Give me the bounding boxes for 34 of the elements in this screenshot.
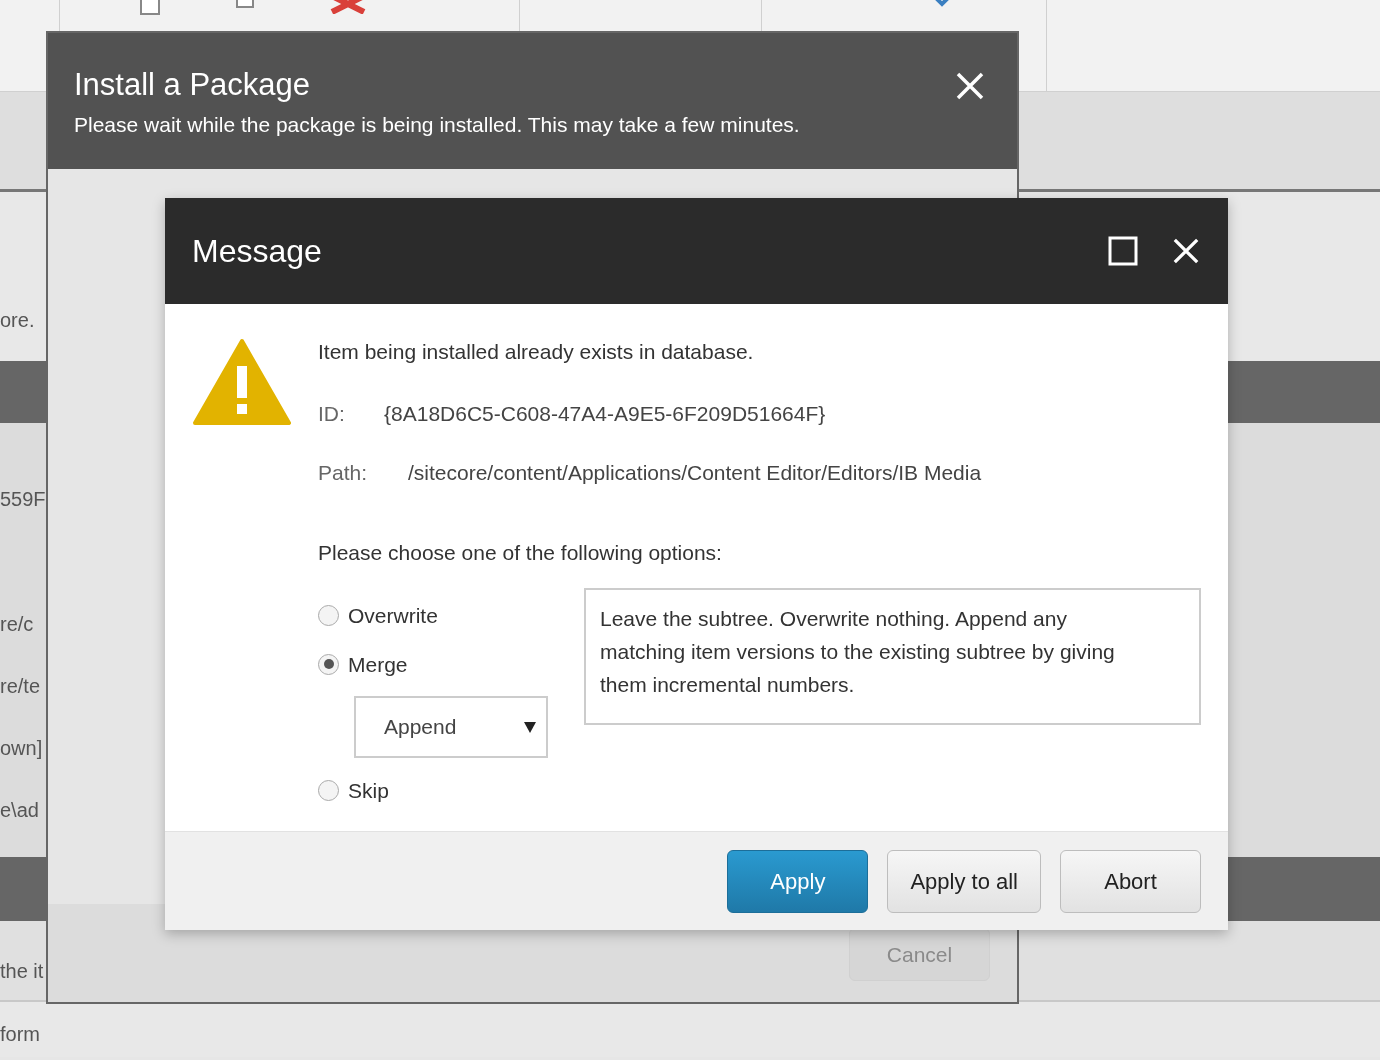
apply-button[interactable]: Apply [727,849,869,913]
radio-button[interactable] [318,605,339,627]
dialog-subtitle: Please wait while the package is being installed. This may take a few minutes. [74,114,800,135]
path-label: Path: [318,460,369,486]
option-label[interactable]: Merge [348,648,408,680]
close-icon[interactable] [955,71,985,101]
dialog-button[interactable]: Apply to all [887,849,1041,913]
caret-icon [524,721,536,733]
description-box: Leave the subtree. Overwrite nothing. Append any matching item versions to the existing subtree by giving them incremental numbers. [584,588,1201,725]
option-label[interactable]: Overwrite [348,600,438,632]
background-text: form [0,1024,40,1044]
dialog-button[interactable]: Abort [1060,849,1201,913]
option-label[interactable]: Skip [348,775,389,807]
background-text: own] [0,738,43,758]
close-icon[interactable] [1172,237,1200,265]
background-text: 559F [0,489,46,509]
dialog-title: Message [192,232,322,271]
radio-button[interactable] [318,780,339,802]
radio-button[interactable] [318,653,339,675]
background-text: ore. [0,310,35,330]
path-value: /sitecore/content/Applications/Content Editor/Editors/IB Media [408,460,982,486]
delete-icon[interactable] [328,0,368,14]
maximize-icon[interactable] [1108,236,1138,266]
background-text: re/te [0,676,41,696]
background-text: the it [0,961,44,981]
background-text: re/c [0,614,34,634]
warning-icon [192,338,292,426]
prompt-text: Please choose one of the following options: [318,539,723,566]
id-label: ID: [318,400,346,427]
message-text: Item being installed already exists in database. [318,339,755,365]
id-value: {8A18D6C5-C608-47A4-A9E5-6F209D51664F} [384,400,826,427]
background-text: e\ad [0,800,39,820]
dialog-title: Install a Package [74,69,312,100]
merge-dropdown[interactable]: Append [354,696,548,758]
